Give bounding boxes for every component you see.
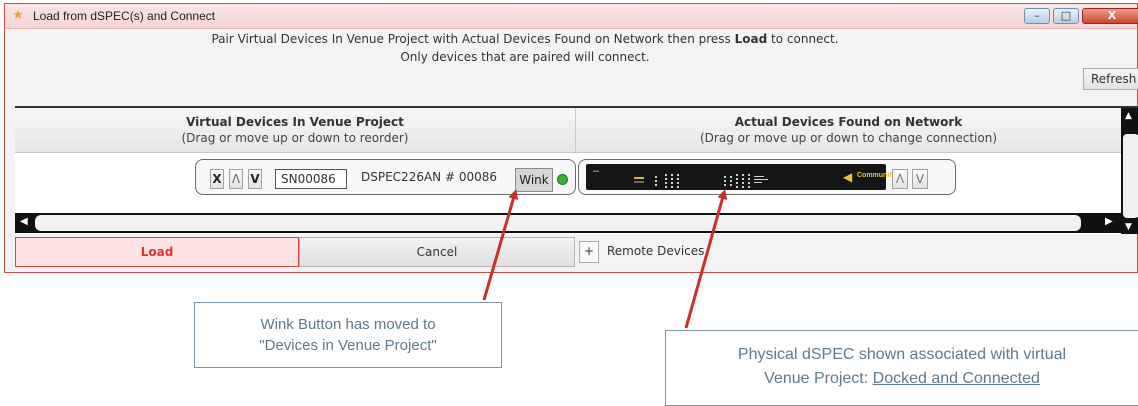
actual-device-item[interactable]: ▪▪▪ ◀ Community Λ V	[578, 159, 956, 195]
serial-number-field[interactable]: SN00086	[275, 169, 347, 189]
dspec-device-image: ▪▪▪ ◀ Community	[586, 164, 896, 190]
virtual-devices-title: Virtual Devices In Venue Project	[186, 115, 404, 129]
community-logo-icon: ◀	[843, 170, 853, 184]
instruction-load-keyword: Load	[734, 32, 768, 46]
scroll-left-arrow-icon[interactable]: ◀	[20, 216, 28, 227]
move-down-button[interactable]: V	[248, 169, 262, 189]
load-dialog-window: ★ Load from dSPEC(s) and Connect – □ X P…	[4, 3, 1138, 273]
horizontal-scroll-thumb[interactable]	[35, 215, 1081, 231]
minimize-icon: –	[1034, 9, 1040, 22]
scroll-down-arrow-icon[interactable]: ▼	[1125, 222, 1132, 232]
wink-callout-line-1: Wink Button has moved to	[260, 316, 436, 333]
remote-devices-toggle[interactable]: + Remote Devices	[579, 237, 704, 267]
wink-button[interactable]: Wink	[515, 168, 553, 192]
minimize-button[interactable]: –	[1024, 8, 1050, 24]
instruction-line-2: Only devices that are paired will connec…	[400, 50, 650, 64]
app-star-icon: ★	[12, 8, 24, 23]
remote-devices-label: Remote Devices	[607, 244, 705, 258]
virtual-device-item[interactable]: X Λ V SN00086 DSPEC226AN # 00086 Wink	[195, 159, 576, 195]
svg-text:▪▪▪: ▪▪▪	[593, 169, 599, 173]
dspec-callout-status: Docked and Connected	[872, 370, 1040, 387]
refresh-button[interactable]: Refresh	[1083, 68, 1138, 90]
remove-device-button[interactable]: X	[210, 169, 224, 189]
horizontal-scrollbar[interactable]: ◀ ▶	[15, 213, 1121, 233]
expand-plus-icon[interactable]: +	[579, 240, 599, 263]
device-name-label: DSPEC226AN # 00086	[361, 170, 498, 184]
vertical-scroll-thumb[interactable]	[1123, 134, 1138, 218]
actual-devices-subtitle: (Drag or move up or down to change conne…	[699, 131, 998, 145]
move-up-button[interactable]: Λ	[229, 169, 243, 189]
instruction-line-1: Pair Virtual Devices In Venue Project wi…	[5, 32, 1045, 46]
maximize-icon: □	[1060, 9, 1072, 22]
community-logo-text: Community	[857, 172, 896, 179]
connection-status-indicator	[557, 174, 568, 185]
dspec-callout-prefix: Venue Project:	[764, 370, 873, 387]
actual-move-up-button[interactable]: Λ	[892, 169, 908, 189]
wink-callout-line-2: "Devices in Venue Project"	[259, 337, 437, 354]
close-button[interactable]: X	[1082, 8, 1138, 24]
scroll-up-arrow-icon[interactable]: ▲	[1125, 111, 1132, 121]
instruction-text-suffix: to connect.	[767, 32, 839, 46]
cancel-button[interactable]: Cancel	[299, 237, 575, 267]
window-title: Load from dSPEC(s) and Connect	[33, 9, 216, 23]
title-bar[interactable]: ★ Load from dSPEC(s) and Connect – □ X	[5, 4, 1138, 29]
actual-devices-header: Actual Devices Found on Network (Drag or…	[576, 108, 1121, 153]
wink-callout: Wink Button has moved to "Devices in Ven…	[194, 302, 502, 368]
device-pairing-table: Virtual Devices In Venue Project (Drag o…	[15, 106, 1138, 234]
load-button[interactable]: Load	[15, 237, 299, 267]
virtual-devices-subtitle: (Drag or move up or down to reorder)	[181, 131, 409, 145]
dspec-callout-line-1: Physical dSPEC shown associated with vir…	[737, 346, 1067, 363]
table-row: X Λ V SN00086 DSPEC226AN # 00086 Wink ▪▪…	[15, 153, 1121, 205]
actual-move-down-button[interactable]: V	[912, 169, 928, 189]
dspec-callout-line-2: Venue Project: Docked and Connected	[666, 367, 1138, 391]
scroll-right-arrow-icon[interactable]: ▶	[1105, 216, 1113, 227]
device-front-panel: ▪▪▪	[593, 169, 768, 188]
maximize-button[interactable]: □	[1053, 8, 1079, 24]
dspec-callout: Physical dSPEC shown associated with vir…	[665, 330, 1138, 406]
instruction-text-prefix: Pair Virtual Devices In Venue Project wi…	[211, 32, 735, 46]
virtual-devices-header: Virtual Devices In Venue Project (Drag o…	[15, 108, 576, 153]
close-icon: X	[1107, 9, 1117, 22]
actual-devices-title: Actual Devices Found on Network	[734, 115, 963, 129]
vertical-scrollbar[interactable]: ▲ ▼	[1121, 108, 1138, 234]
